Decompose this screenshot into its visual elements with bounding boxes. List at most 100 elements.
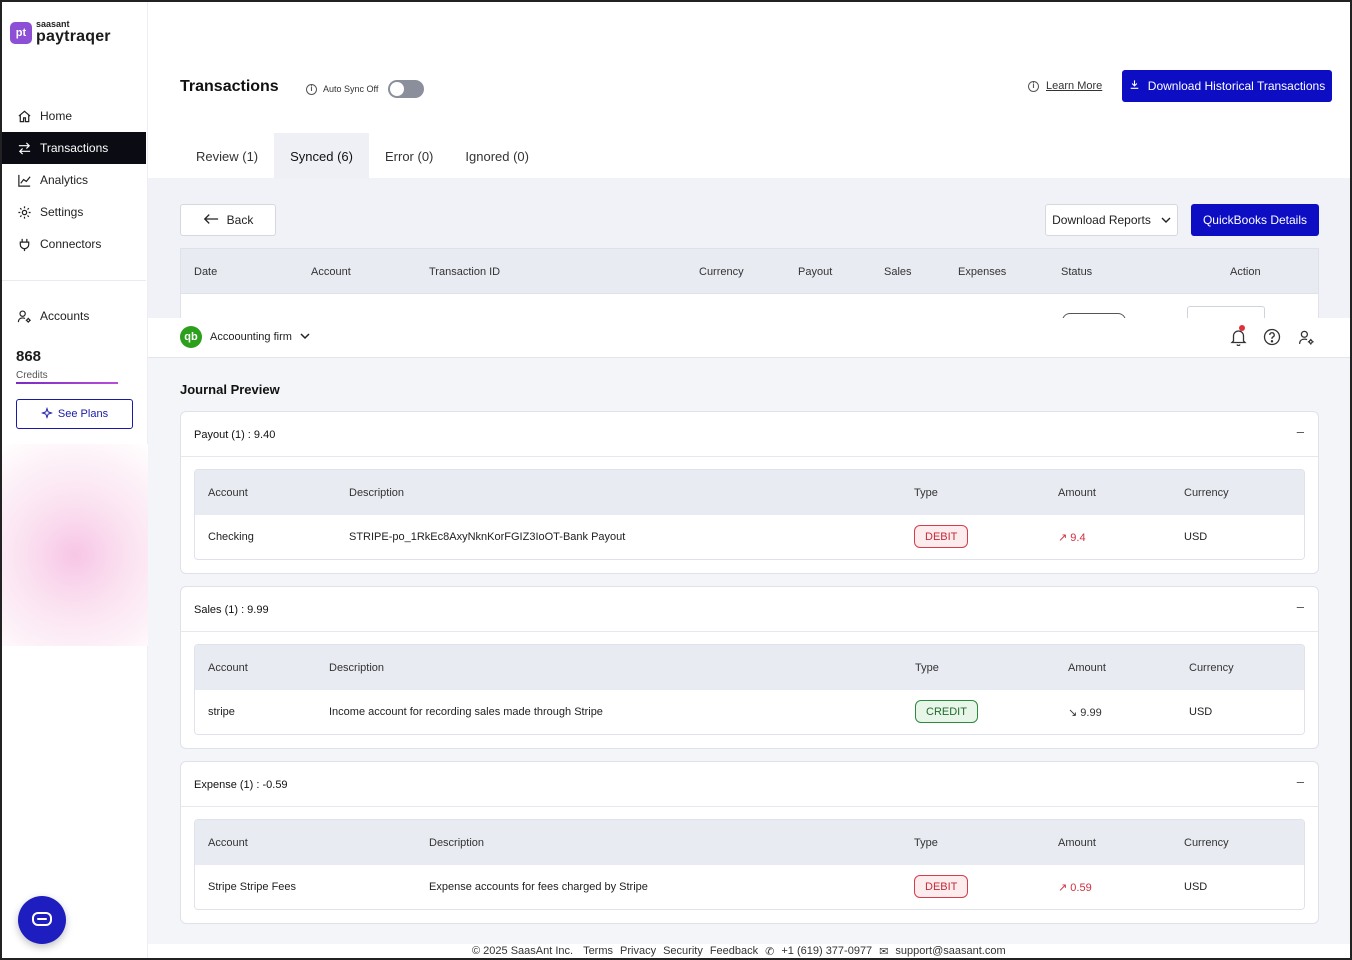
table-row [180,294,1319,325]
section-header[interactable]: Payout (1) : 9.40 – [181,412,1318,457]
tab-synced[interactable]: Synced (6) [274,133,369,179]
toggle-knob [390,82,405,96]
sidebar-item-accounts[interactable]: Accounts [2,300,146,332]
collapse-icon[interactable]: – [1297,599,1304,614]
column-header: Currency [1189,662,1234,674]
quickbooks-details-button[interactable]: QuickBooks Details [1191,204,1319,236]
amount-cell: ↘ 9.99 [1068,706,1102,719]
sidebar-item-settings[interactable]: Settings [2,196,146,228]
table-row: Checking STRIPE-po_1RkEc8AxyNknKorFGIZ3I… [195,515,1304,559]
column-header[interactable]: Account [311,266,351,278]
sparkle-icon [40,406,53,422]
back-button[interactable]: Back [180,204,276,236]
credits-label: Credits [16,370,48,381]
column-header[interactable]: Transaction ID [429,266,500,278]
auto-sync-control: i Auto Sync Off [306,80,425,98]
arrow-left-icon [203,213,219,228]
footer-link-privacy[interactable]: Privacy [620,945,656,958]
company-selector[interactable]: qb Accoounting firm [180,326,310,348]
sidebar-item-transactions[interactable]: Transactions [2,132,146,164]
sidebar-decoration [2,444,148,646]
section-header[interactable]: Sales (1) : 9.99 – [181,587,1318,632]
amount-value: 9.99 [1080,707,1102,719]
page-footer: © 2025 SaasAnt Inc. Terms Privacy Securi… [148,944,1350,958]
journal-table-header: Account Description Type Amount Currency [195,645,1304,690]
sidebar-item-home[interactable]: Home [2,100,146,132]
transactions-table-header: Date Account Transaction ID Currency Pay… [180,248,1319,294]
column-header[interactable]: Expenses [958,266,1006,278]
sidebar-item-analytics[interactable]: Analytics [2,164,146,196]
column-header: Type [914,837,938,849]
status-tabs: Review (1) Synced (6) Error (0) Ignored … [180,133,545,179]
amount-value: 0.59 [1070,882,1092,894]
column-header: Account [208,487,248,499]
sidebar-divider [2,280,146,281]
home-icon [16,108,32,124]
user-settings-icon [16,308,32,324]
chat-support-button[interactable] [18,896,66,944]
user-settings-icon[interactable] [1296,326,1316,348]
download-reports-dropdown[interactable]: Download Reports [1045,204,1178,236]
see-plans-button[interactable]: See Plans [16,399,133,429]
column-header[interactable]: Payout [798,266,832,278]
plug-icon [16,236,32,252]
arrow-down-right-icon: ↘ [1068,707,1078,719]
journal-table-header: Account Description Type Amount Currency [195,470,1304,515]
table-row: stripe Income account for recording sale… [195,690,1304,734]
footer-link-security[interactable]: Security [663,945,703,958]
download-historical-button[interactable]: Download Historical Transactions [1122,70,1332,102]
company-name: Accoounting firm [210,331,292,343]
column-header[interactable]: Sales [884,266,912,278]
section-title: Expense (1) : -0.59 [194,779,288,791]
arrow-up-right-icon: ↗ [1058,882,1068,894]
download-reports-label: Download Reports [1052,213,1151,227]
column-header[interactable]: Currency [699,266,744,278]
sidebar-item-connectors[interactable]: Connectors [2,228,146,260]
journal-table: Account Description Type Amount Currency… [194,644,1305,735]
mail-icon: ✉ [879,946,889,958]
see-plans-label: See Plans [57,408,109,420]
column-header[interactable]: Action [1230,266,1261,278]
column-header: Amount [1058,837,1096,849]
chevron-down-icon [300,331,310,343]
amount-cell: ↗ 9.4 [1058,531,1086,544]
auto-sync-label: Auto Sync Off [323,84,379,94]
column-header[interactable]: Date [194,266,217,278]
collapse-icon[interactable]: – [1297,424,1304,439]
notification-dot [1239,325,1245,331]
learn-more-link[interactable]: i Learn More [1028,80,1102,92]
currency-cell: USD [1189,706,1213,718]
footer-link-terms[interactable]: Terms [583,945,613,958]
journal-table: Account Description Type Amount Currency… [194,469,1305,560]
learn-more-label: Learn More [1046,80,1103,92]
column-header: Amount [1068,662,1106,674]
tab-review[interactable]: Review (1) [180,133,274,179]
table-row: Stripe Stripe Fees Expense accounts for … [195,865,1304,909]
help-icon[interactable] [1262,326,1282,348]
notification-bell-icon[interactable] [1228,325,1248,348]
chat-icon [31,910,53,931]
column-header: Type [915,662,939,674]
panel-header: qb Accoounting firm [148,318,1350,358]
sales-section: Sales (1) : 9.99 – Account Description T… [180,586,1319,749]
copyright-text: © 2025 SaasAnt Inc. [472,945,574,957]
column-header: Description [329,662,385,674]
info-icon[interactable]: i [306,83,317,95]
column-header: Type [914,487,938,499]
column-header[interactable]: Status [1061,266,1092,278]
footer-link-feedback[interactable]: Feedback [710,945,758,958]
section-header[interactable]: Expense (1) : -0.59 – [181,762,1318,807]
type-badge: DEBIT [914,875,969,898]
type-badge: CREDIT [915,700,978,723]
footer-phone[interactable]: +1 (619) 377-0977 [781,945,872,958]
footer-email[interactable]: support@saasant.com [895,945,1005,958]
sidebar: pt saasant paytraqer Home Transactions A… [2,2,148,958]
account-cell: Stripe Stripe Fees [208,881,297,893]
transactions-page: Transactions i Auto Sync Off i Learn Mor… [148,2,1350,325]
app-logo[interactable]: pt saasant paytraqer [10,20,111,45]
tab-error[interactable]: Error (0) [369,133,449,179]
page-title: Transactions [180,78,279,95]
collapse-icon[interactable]: – [1297,774,1304,789]
tab-ignored[interactable]: Ignored (0) [449,133,545,179]
auto-sync-toggle[interactable] [388,80,425,98]
